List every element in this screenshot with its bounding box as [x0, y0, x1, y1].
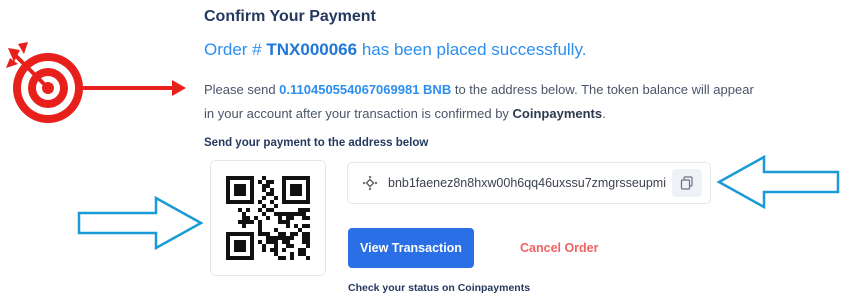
- target-icon: [6, 42, 186, 123]
- instructions-end: .: [602, 106, 606, 121]
- cancel-order-link[interactable]: Cancel Order: [520, 241, 599, 255]
- arrow-right-annotation: [77, 195, 204, 251]
- payment-instructions: Please send 0.110450554067069981 BNB to …: [204, 78, 764, 126]
- qr-code-box: [210, 160, 326, 276]
- instructions-part1: Please send: [204, 82, 280, 97]
- order-status: Order # TNX000066 has been placed succes…: [204, 40, 586, 60]
- page-title: Confirm Your Payment: [204, 8, 376, 25]
- view-transaction-button[interactable]: View Transaction: [348, 228, 474, 268]
- arrow-left-annotation: [716, 154, 840, 210]
- send-label: Send your payment to the address below: [204, 137, 429, 149]
- order-prefix: Order #: [204, 40, 267, 59]
- wallet-address[interactable]: bnb1faenez8n8hxw00h6qq46uxssu7zmgrsseupm…: [388, 163, 666, 203]
- provider-name: Coinpayments: [512, 106, 603, 121]
- bnb-icon: [362, 175, 378, 191]
- order-suffix: has been placed successfully.: [357, 40, 587, 59]
- check-status-link[interactable]: Check your status on Coinpayments: [348, 282, 530, 294]
- copy-icon[interactable]: [672, 169, 702, 197]
- order-id: TNX000066: [266, 40, 358, 59]
- payment-amount: 0.110450554067069981 BNB: [279, 82, 452, 97]
- qr-code: [226, 176, 310, 260]
- address-field[interactable]: bnb1faenez8n8hxw00h6qq46uxssu7zmgrsseupm…: [347, 162, 711, 204]
